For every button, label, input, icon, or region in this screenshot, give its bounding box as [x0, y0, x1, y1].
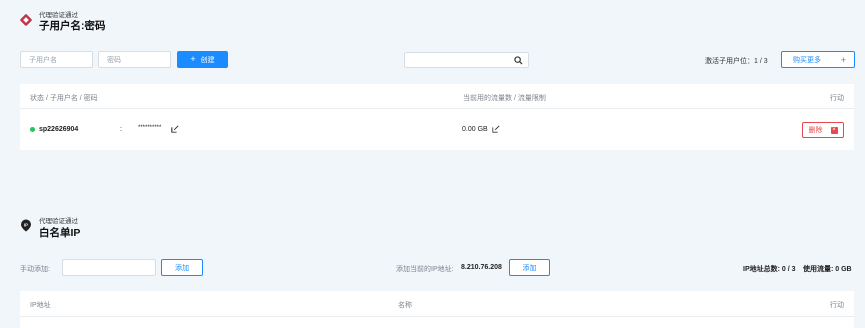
delete-label: 删除 [808, 127, 823, 134]
col-status-header: 状态 / 子用户名 / 密码 [30, 95, 98, 102]
delete-button[interactable]: 删除 × [802, 122, 844, 138]
active-sub-users-value: 1 / 3 [754, 58, 768, 65]
edit-password-icon[interactable] [171, 125, 179, 133]
buy-more-label: 购买更多 [793, 56, 821, 64]
row-separator: : [120, 126, 122, 133]
current-ip-value: 8.210.76.208 [461, 264, 502, 271]
row-traffic: 0.00 GB [462, 126, 488, 133]
close-icon: × [830, 126, 838, 134]
username-input[interactable]: 子用户名 [20, 51, 93, 68]
active-sub-users: 激活子用户位：1 / 3 [705, 56, 768, 66]
section-subtitle: 代理验证通过 [39, 12, 78, 19]
proxy-logo-icon [20, 14, 32, 26]
ip-total: IP地址总数: 0 / 3 [743, 266, 796, 273]
add-current-ip-button[interactable]: 添加 [509, 259, 550, 276]
header-divider [20, 316, 854, 317]
col-action-header: 行动 [830, 302, 844, 309]
manual-add-button[interactable]: 添加 [161, 259, 203, 276]
status-dot [30, 127, 35, 132]
col-action-header: 行动 [830, 95, 844, 102]
row-password: ********** [138, 125, 162, 131]
manual-ip-input[interactable] [62, 259, 156, 276]
col-name-header: 名称 [398, 302, 412, 309]
active-sub-users-label: 激活子用户位： [705, 58, 754, 65]
manual-add-label: 手动添加: [20, 266, 50, 273]
col-ip-header: IP地址 [30, 302, 51, 309]
search-icon [514, 55, 523, 65]
plus-icon: + [840, 54, 846, 65]
create-button[interactable]: + 创建 [177, 51, 228, 68]
svg-text:IP: IP [24, 222, 28, 227]
whitelist-table: IP地址 名称 行动 [20, 291, 854, 328]
section-subtitle: 代理验证通过 [39, 218, 78, 225]
sub-users-table: 状态 / 子用户名 / 密码 当前用的流量数 / 流量限制 行动 sp22626… [20, 84, 854, 150]
search-input[interactable] [404, 52, 529, 68]
edit-traffic-icon[interactable] [492, 125, 500, 133]
section-title: 白名单IP [39, 227, 81, 239]
plus-icon: + [190, 54, 196, 64]
header-divider [20, 108, 854, 109]
create-label: 创建 [200, 56, 215, 64]
buy-more-button[interactable]: 购买更多 + [781, 51, 855, 68]
current-ip-label: 添加当前的IP地址: [396, 266, 454, 273]
password-input[interactable]: 密码 [98, 51, 171, 68]
location-pin-icon: IP [20, 219, 32, 231]
row-username: sp22626904 [39, 126, 79, 133]
section-title: 子用户名:密码 [39, 20, 106, 32]
col-traffic-header: 当前用的流量数 / 流量限制 [463, 95, 546, 102]
traffic-used: 使用流量: 0 GB [803, 266, 852, 273]
